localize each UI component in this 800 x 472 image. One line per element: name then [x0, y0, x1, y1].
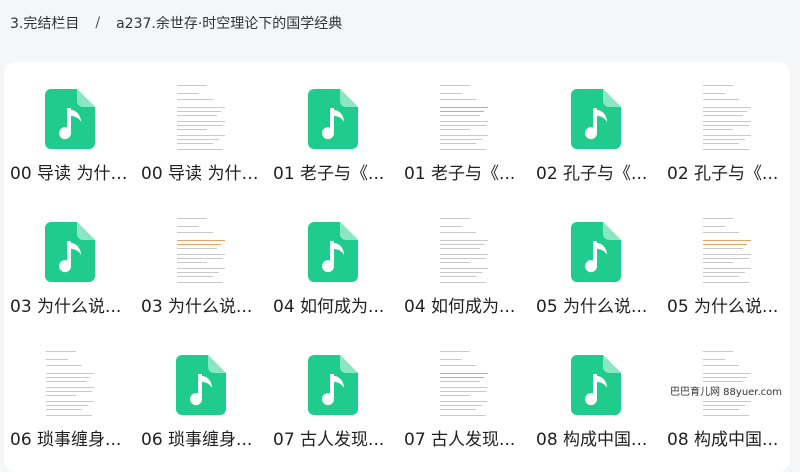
file-name: 04 如何成为... [404, 297, 516, 317]
file-thumbnail [661, 76, 792, 162]
file-name: 00 导读 为什么... [10, 164, 134, 184]
file-thumbnail [398, 342, 529, 428]
file-thumbnail [530, 342, 661, 428]
file-thumbnail [4, 209, 135, 295]
file-name: 05 为什么说... [536, 297, 648, 317]
breadcrumb-current: a237.余世存·时空理论下的国学经典 [116, 16, 343, 32]
file-name: 02 孔子与《... [667, 164, 779, 184]
music-file-icon [307, 222, 358, 282]
file-tile[interactable]: 00 导读 为什么... [135, 62, 266, 192]
file-name: 06 琐事缠身... [10, 430, 122, 450]
music-file-icon [175, 355, 226, 415]
file-tile[interactable]: 02 孔子与《... [530, 62, 661, 192]
file-tile[interactable]: 03 为什么说... [135, 195, 266, 325]
file-tile[interactable]: 05 为什么说... [661, 195, 792, 325]
watermark: 巴巴育儿网 88yuer.com [666, 382, 787, 399]
document-thumbnail-icon [433, 212, 494, 292]
file-name: 05 为什么说... [667, 297, 779, 317]
file-name: 02 孔子与《... [536, 164, 648, 184]
file-tile[interactable]: 06 琐事缠身... [4, 328, 135, 458]
breadcrumb-separator: / [95, 15, 101, 31]
file-name: 06 琐事缠身... [141, 430, 253, 450]
file-tile[interactable]: 04 如何成为... [267, 195, 398, 325]
file-name: 08 构成中国... [667, 430, 779, 450]
file-tile[interactable]: 05 为什么说... [530, 195, 661, 325]
music-file-icon [44, 89, 95, 149]
breadcrumb-parent-link[interactable]: 3.完结栏目 [10, 13, 79, 33]
file-tile[interactable]: 07 古人发现... [267, 328, 398, 458]
file-thumbnail [135, 342, 266, 428]
document-thumbnail-icon [170, 79, 231, 159]
file-name: 00 导读 为什么... [141, 164, 265, 184]
file-thumbnail [135, 76, 266, 162]
file-tile[interactable]: 08 构成中国... [530, 328, 661, 458]
file-thumbnail [267, 209, 398, 295]
file-thumbnail [530, 209, 661, 295]
file-name: 07 古人发现... [273, 430, 385, 450]
file-thumbnail [4, 76, 135, 162]
file-tile[interactable]: 02 孔子与《... [661, 62, 792, 192]
document-thumbnail-icon [170, 212, 231, 292]
music-file-icon [307, 355, 358, 415]
breadcrumb: 3.完结栏目 / a237.余世存·时空理论下的国学经典 [10, 13, 342, 33]
file-tile[interactable]: 07 古人发现... [398, 328, 529, 458]
file-tile[interactable]: 01 老子与《... [398, 62, 529, 192]
music-file-icon [44, 222, 95, 282]
document-thumbnail-icon [433, 79, 494, 159]
file-name: 03 为什么说... [141, 297, 253, 317]
file-name: 03 为什么说... [10, 297, 122, 317]
file-thumbnail [4, 342, 135, 428]
file-name: 01 老子与《... [404, 164, 516, 184]
document-thumbnail-icon [39, 345, 100, 425]
file-tile[interactable]: 03 为什么说... [4, 195, 135, 325]
file-name: 07 古人发现... [404, 430, 516, 450]
music-file-icon [307, 89, 358, 149]
music-file-icon [570, 355, 621, 415]
file-tile[interactable]: 00 导读 为什么... [4, 62, 135, 192]
music-file-icon [570, 222, 621, 282]
file-thumbnail [267, 342, 398, 428]
file-tile[interactable]: 06 琐事缠身... [135, 328, 266, 458]
file-thumbnail [267, 76, 398, 162]
file-thumbnail [398, 209, 529, 295]
file-thumbnail [661, 209, 792, 295]
file-tile[interactable]: 01 老子与《... [267, 62, 398, 192]
music-file-icon [570, 89, 621, 149]
document-thumbnail-icon [696, 79, 757, 159]
file-name: 04 如何成为... [273, 297, 385, 317]
file-name: 08 构成中国... [536, 430, 648, 450]
file-thumbnail [398, 76, 529, 162]
document-thumbnail-icon [433, 345, 494, 425]
file-tile[interactable]: 04 如何成为... [398, 195, 529, 325]
document-thumbnail-icon [696, 212, 757, 292]
file-thumbnail [530, 76, 661, 162]
file-thumbnail [135, 209, 266, 295]
file-name: 01 老子与《... [273, 164, 385, 184]
